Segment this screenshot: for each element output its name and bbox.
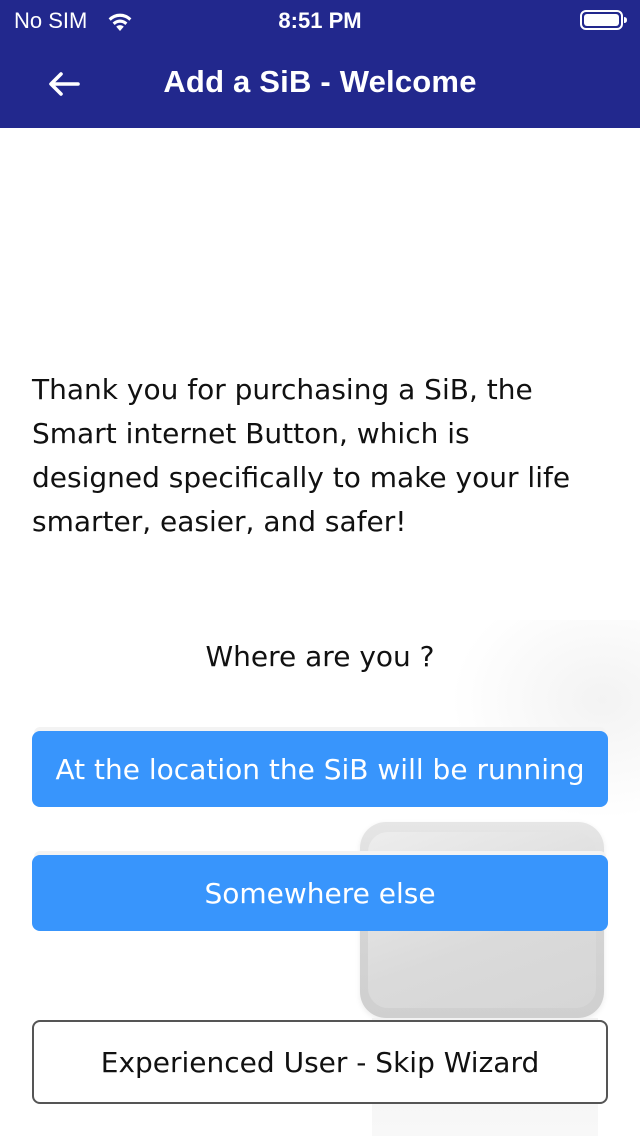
page-title: Add a SiB - Welcome <box>163 64 477 99</box>
top-bar: No SIM 8:51 PM Add a SiB - Welcome <box>0 0 640 128</box>
somewhere-else-button[interactable]: Somewhere else <box>32 855 608 931</box>
app-screen: No SIM 8:51 PM Add a SiB - Welcome Thank… <box>0 0 640 1136</box>
battery-icon <box>580 10 627 30</box>
location-question: Where are you ? <box>205 640 435 673</box>
status-time: 8:51 PM <box>278 8 362 33</box>
welcome-message: Thank you for purchasing a SiB, the Smar… <box>32 373 571 538</box>
at-location-button[interactable]: At the location the SiB will be running <box>32 731 608 807</box>
skip-wizard-button[interactable]: Experienced User - Skip Wizard <box>32 1020 608 1104</box>
